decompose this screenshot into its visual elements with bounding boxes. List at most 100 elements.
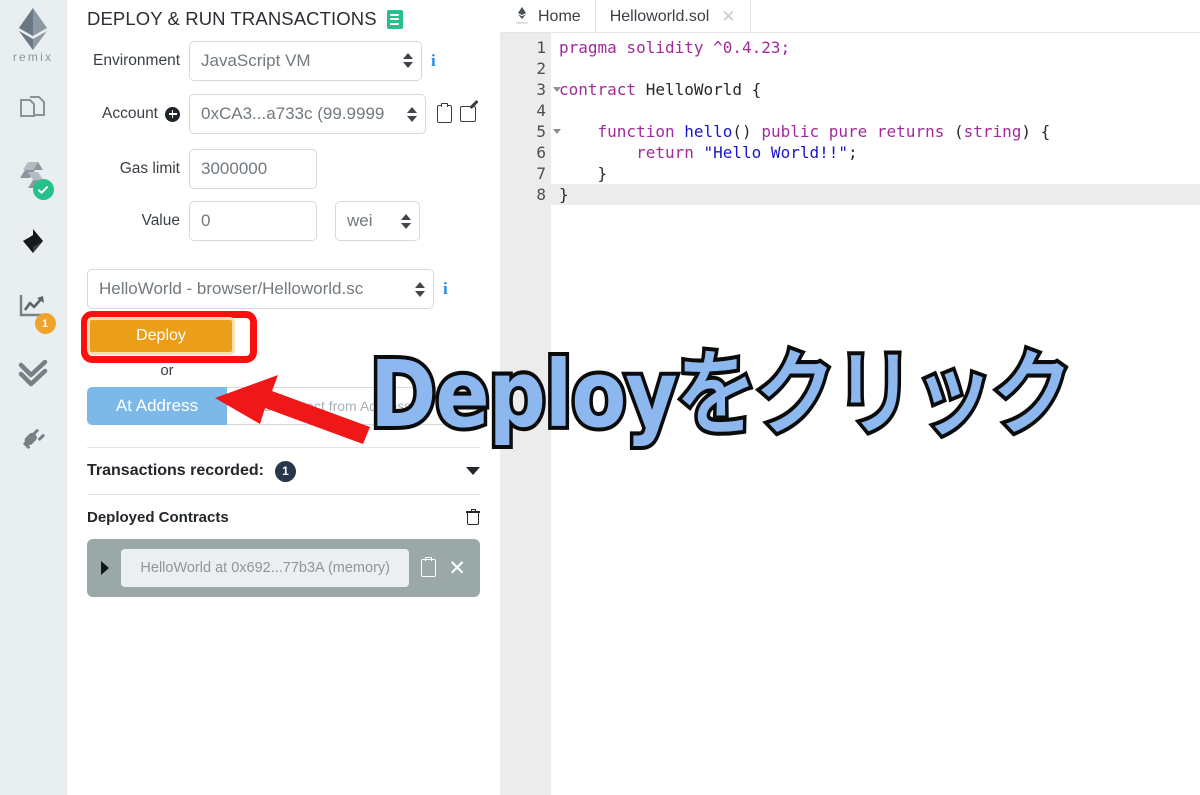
ethereum-diamond-icon (16, 6, 50, 52)
at-address-input[interactable]: Load contract from Address (227, 387, 481, 425)
line-number: 1 (536, 38, 546, 57)
account-row: Account 0xCA3...a733c (99.9999 (67, 85, 500, 143)
code-line[interactable]: return "Hello World!!"; (551, 142, 1200, 163)
documentation-icon[interactable] (386, 9, 403, 29)
at-address-placeholder: Load contract from Address (240, 398, 412, 414)
value-row: Value 0 wei (67, 195, 500, 247)
code-token: public pure returns (761, 122, 954, 141)
ethereum-deploy-icon (17, 225, 49, 262)
code-token: } (559, 185, 569, 204)
contract-select-row: HelloWorld - browser/Helloworld.sc i (67, 269, 500, 309)
compile-success-badge (32, 179, 54, 200)
debugger-count-badge: 1 (34, 313, 56, 334)
remix-mini-logo-icon: remix (514, 6, 530, 28)
chevron-updown-icon (414, 281, 425, 297)
add-account-icon[interactable] (165, 106, 180, 122)
code-token: { (742, 80, 762, 99)
code-token: ( (953, 122, 964, 141)
sidebar-item-debugger[interactable]: 1 (0, 276, 67, 342)
left-icon-bar: remix 1 (0, 0, 67, 795)
tab-home[interactable]: remix Home (500, 0, 596, 33)
code-line[interactable]: } (551, 184, 1200, 205)
code-token: hello (684, 122, 733, 141)
files-copy-icon (18, 94, 48, 129)
line-number-gutter: 1 23456 7 8 (500, 33, 561, 795)
deployed-contracts-header: Deployed Contracts (67, 495, 500, 539)
close-icon[interactable]: ✕ (721, 7, 735, 27)
transactions-recorded-row[interactable]: Transactions recorded: 1 (67, 448, 500, 494)
line-number: 8 (536, 185, 546, 204)
line-number: 3 (500, 79, 561, 100)
value-input[interactable]: 0 (189, 201, 317, 241)
account-actions (437, 102, 476, 123)
deployed-contracts-label: Deployed Contracts (87, 508, 229, 526)
tab-home-label: Home (538, 7, 581, 25)
transactions-recorded-label: Transactions recorded: (87, 462, 264, 479)
line-number: 7 (536, 164, 546, 183)
line-number: 2 (536, 59, 546, 78)
environment-select[interactable]: JavaScript VM (189, 40, 422, 81)
code-token: pragma solidity (559, 38, 714, 57)
value-unit-select[interactable]: wei (335, 201, 420, 241)
line-number: 4 (536, 101, 546, 120)
environment-info-icon[interactable]: i (431, 51, 436, 71)
deployed-contract-row[interactable]: HelloWorld at 0x692...77b3A (memory) ✕ (87, 539, 480, 597)
tab-helloworld-label: Helloworld.sol (609, 7, 710, 25)
transactions-count-badge: 1 (274, 460, 296, 482)
transactions-recorded-left: Transactions recorded: 1 (87, 460, 296, 482)
code-line[interactable]: contract HelloWorld { (551, 79, 1200, 100)
chevron-right-icon[interactable] (101, 561, 109, 575)
tab-helloworld-sol[interactable]: Helloworld.sol ✕ (596, 0, 751, 33)
code-token: string (963, 122, 1022, 141)
or-separator-text: or (160, 362, 174, 379)
panel-title-text: DEPLOY & RUN TRANSACTIONS (87, 8, 377, 29)
code-line[interactable] (551, 100, 1200, 121)
environment-value: JavaScript VM (201, 50, 311, 70)
sign-message-icon[interactable] (460, 106, 476, 122)
line-number: 5 (500, 121, 561, 142)
code-editor-area: remix Home Helloworld.sol ✕ 1 23456 7 8 pra… (500, 0, 1200, 795)
code-token: "Hello World!!" (703, 143, 849, 162)
remix-logo-label: remix (12, 50, 54, 64)
code-line[interactable]: function hello() public pure returns (st… (551, 121, 1200, 142)
chevron-updown-icon (400, 213, 411, 229)
chevron-down-icon[interactable] (466, 467, 480, 475)
code-token: () (732, 122, 762, 141)
copy-clipboard-icon[interactable] (437, 102, 452, 123)
contract-info-icon[interactable]: i (443, 279, 448, 299)
double-check-icon (17, 359, 49, 392)
code-token: function (559, 122, 685, 141)
code-token: ^0.4.23; (713, 38, 791, 57)
gas-limit-input[interactable]: 3000000 (189, 149, 317, 189)
deployed-contract-name: HelloWorld at 0x692...77b3A (memory) (121, 549, 410, 587)
environment-label: Environment (92, 51, 180, 69)
deploy-button[interactable]: Deploy (87, 317, 235, 355)
at-address-row: At Address Load contract from Address (67, 387, 500, 425)
remix-ide-window: remix 1 DEPLOY & RUN TRANSACTIONS Enviro… (0, 0, 1200, 795)
code-line[interactable]: } (551, 163, 1200, 184)
value-unit: wei (347, 211, 373, 230)
environment-row: Environment JavaScript VM i (67, 36, 500, 85)
sidebar-item-deploy-run[interactable] (0, 210, 67, 276)
close-icon[interactable]: ✕ (448, 558, 466, 579)
code-line[interactable] (551, 58, 1200, 79)
at-address-button[interactable]: At Address (87, 387, 227, 425)
chevron-updown-icon (406, 106, 417, 122)
editor-tab-bar: remix Home Helloworld.sol ✕ (500, 0, 1200, 33)
trash-icon[interactable] (466, 509, 480, 525)
contract-select-value: HelloWorld - browser/Helloworld.sc (99, 279, 364, 298)
code-token: return (559, 143, 704, 162)
sidebar-item-analysis[interactable] (0, 342, 67, 408)
account-select[interactable]: 0xCA3...a733c (99.9999 (189, 94, 426, 134)
contract-select[interactable]: HelloWorld - browser/Helloworld.sc (87, 269, 434, 309)
copy-address-icon[interactable] (421, 556, 437, 577)
sidebar-item-plugin-manager[interactable] (0, 408, 67, 474)
account-value: 0xCA3...a733c (99.9999 (201, 104, 385, 123)
code-lines[interactable]: pragma solidity ^0.4.23; contract HelloWo… (551, 33, 1200, 795)
sidebar-item-solidity-compiler[interactable] (0, 144, 67, 210)
panel-title-row: DEPLOY & RUN TRANSACTIONS (67, 0, 500, 36)
sidebar-item-file-explorers[interactable] (0, 78, 67, 144)
code-token: HelloWorld (645, 80, 743, 99)
code-line[interactable]: pragma solidity ^0.4.23; (551, 37, 1200, 58)
account-label-text: Account (101, 105, 158, 122)
